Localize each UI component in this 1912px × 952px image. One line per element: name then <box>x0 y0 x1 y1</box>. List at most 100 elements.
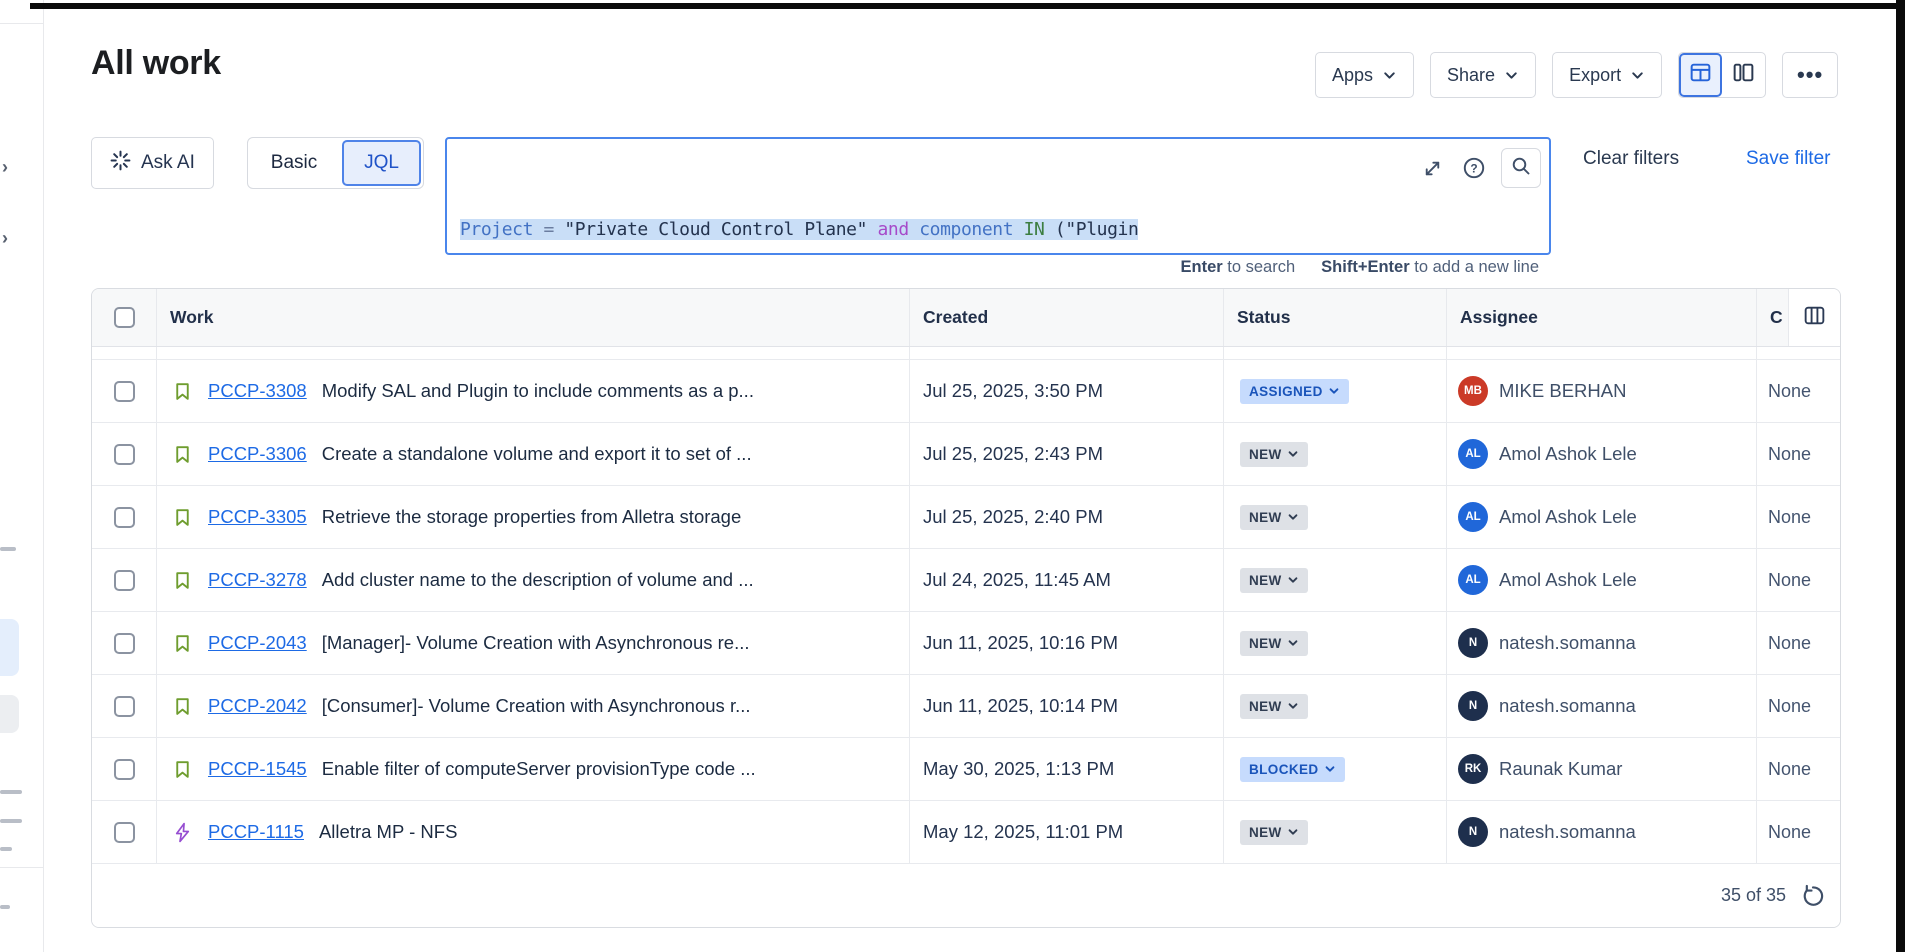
created-cell: Jun 11, 2025, 10:14 PM <box>910 675 1224 737</box>
sidebar-divider <box>0 23 44 24</box>
created-cell: Jul 25, 2025, 2:43 PM <box>910 423 1224 485</box>
row-checkbox[interactable] <box>114 570 135 591</box>
column-header-work[interactable]: Work <box>157 289 910 346</box>
status-badge[interactable]: NEW <box>1240 442 1308 467</box>
svg-text:?: ? <box>1470 161 1477 175</box>
sidebar-item-fragment[interactable] <box>0 847 12 851</box>
columns-icon <box>1802 303 1827 333</box>
status-badge[interactable]: NEW <box>1240 505 1308 530</box>
status-badge[interactable]: NEW <box>1240 568 1308 593</box>
sidebar-item-fragment[interactable] <box>0 905 10 909</box>
issue-key-link[interactable]: PCCP-3308 <box>208 380 307 402</box>
row-checkbox[interactable] <box>114 759 135 780</box>
row-checkbox[interactable] <box>114 507 135 528</box>
story-icon <box>172 696 193 717</box>
table-row[interactable]: PCCP-3308 Modify SAL and Plugin to inclu… <box>92 360 1840 423</box>
issue-key-link[interactable]: PCCP-3306 <box>208 443 307 465</box>
issue-summary: [Manager]- Volume Creation with Asynchro… <box>322 632 750 654</box>
ellipsis-icon: ••• <box>1797 62 1823 88</box>
column-header-created[interactable]: Created <box>910 289 1224 346</box>
jql-input[interactable]: Project = "Private Cloud Control Plane" … <box>460 145 1419 249</box>
help-icon[interactable]: ? <box>1459 153 1489 183</box>
chevron-right-icon[interactable]: › <box>2 157 8 178</box>
table-row[interactable]: PCCP-1545 Enable filter of computeServer… <box>92 738 1840 801</box>
row-checkbox[interactable] <box>114 696 135 717</box>
assignee-avatar: N <box>1458 628 1488 658</box>
save-filter-button[interactable]: Save filter <box>1746 148 1830 170</box>
clear-filters-button[interactable]: Clear filters <box>1583 148 1679 170</box>
sidebar-item-fragment[interactable] <box>0 819 22 823</box>
issue-summary: Alletra MP - NFS <box>319 821 457 843</box>
created-cell: May 12, 2025, 11:01 PM <box>910 801 1224 863</box>
assignee-avatar: RK <box>1458 754 1488 784</box>
table-row[interactable]: PCCP-2042 [Consumer]- Volume Creation wi… <box>92 675 1840 738</box>
more-actions-button[interactable]: ••• <box>1782 52 1838 98</box>
partial-row <box>92 347 1840 360</box>
assignee-avatar: AL <box>1458 502 1488 532</box>
issue-summary: Modify SAL and Plugin to include comment… <box>322 380 754 402</box>
row-checkbox[interactable] <box>114 444 135 465</box>
table-row[interactable]: PCCP-1115 Alletra MP - NFS May 12, 2025,… <box>92 801 1840 864</box>
assignee-name: MIKE BERHAN <box>1499 380 1626 402</box>
list-view-button[interactable] <box>1679 53 1722 97</box>
chevron-down-icon <box>1287 826 1299 838</box>
assignee-name: natesh.somanna <box>1499 695 1636 717</box>
column-header-status[interactable]: Status <box>1224 289 1447 346</box>
chevron-down-icon <box>1287 700 1299 712</box>
row-checkbox[interactable] <box>114 822 135 843</box>
status-badge[interactable]: NEW <box>1240 631 1308 656</box>
export-button[interactable]: Export <box>1552 52 1662 98</box>
category-cell: None <box>1757 549 1840 611</box>
sidebar-selected-item[interactable] <box>0 619 19 676</box>
status-badge[interactable]: BLOCKED <box>1240 757 1345 782</box>
status-badge[interactable]: NEW <box>1240 820 1308 845</box>
table-row[interactable]: PCCP-3305 Retrieve the storage propertie… <box>92 486 1840 549</box>
created-cell: Jun 11, 2025, 10:16 PM <box>910 612 1224 674</box>
chevron-down-icon <box>1287 574 1299 586</box>
issue-summary: Retrieve the storage properties from All… <box>322 506 742 528</box>
status-badge[interactable]: ASSIGNED <box>1240 379 1349 404</box>
detail-view-button[interactable] <box>1722 53 1765 97</box>
chevron-right-icon[interactable]: › <box>2 228 8 249</box>
assignee-avatar: AL <box>1458 565 1488 595</box>
issue-key-link[interactable]: PCCP-2042 <box>208 695 307 717</box>
mode-jql-button[interactable]: JQL <box>342 140 421 186</box>
capture-border-top <box>30 3 1904 9</box>
row-count: 35 of 35 <box>1721 885 1786 906</box>
issue-key-link[interactable]: PCCP-1115 <box>208 821 304 843</box>
category-cell: None <box>1757 360 1840 422</box>
ask-ai-button[interactable]: Ask AI <box>91 137 214 189</box>
category-cell: None <box>1757 675 1840 737</box>
issue-key-link[interactable]: PCCP-1545 <box>208 758 307 780</box>
search-icon <box>1510 155 1532 182</box>
status-badge[interactable]: NEW <box>1240 694 1308 719</box>
column-header-assignee[interactable]: Assignee <box>1447 289 1757 346</box>
chevron-down-icon <box>1324 763 1336 775</box>
issue-key-link[interactable]: PCCP-2043 <box>208 632 307 654</box>
table-row[interactable]: PCCP-3278 Add cluster name to the descri… <box>92 549 1840 612</box>
sidebar-item-fragment[interactable] <box>0 547 16 551</box>
issue-key-link[interactable]: PCCP-3278 <box>208 569 307 591</box>
chevron-down-icon <box>1328 385 1340 397</box>
issue-summary: Enable filter of computeServer provision… <box>322 758 756 780</box>
category-cell: None <box>1757 612 1840 674</box>
share-button[interactable]: Share <box>1430 52 1536 98</box>
table-view-icon <box>1688 60 1713 90</box>
assignee-avatar: N <box>1458 691 1488 721</box>
row-checkbox[interactable] <box>114 381 135 402</box>
apps-button[interactable]: Apps <box>1315 52 1414 98</box>
row-checkbox[interactable] <box>114 633 135 654</box>
expand-icon[interactable] <box>1417 153 1447 183</box>
sidebar-hover-item[interactable] <box>0 695 19 733</box>
configure-columns-button[interactable] <box>1788 289 1840 346</box>
table-row[interactable]: PCCP-2043 [Manager]- Volume Creation wit… <box>92 612 1840 675</box>
category-cell: None <box>1757 738 1840 800</box>
sidebar-item-fragment[interactable] <box>0 790 22 794</box>
issue-key-link[interactable]: PCCP-3305 <box>208 506 307 528</box>
search-button[interactable] <box>1501 148 1541 188</box>
select-all-checkbox[interactable] <box>114 307 135 328</box>
chevron-down-icon <box>1504 68 1519 83</box>
refresh-icon[interactable] <box>1800 883 1826 909</box>
mode-basic-button[interactable]: Basic <box>248 138 340 188</box>
table-row[interactable]: PCCP-3306 Create a standalone volume and… <box>92 423 1840 486</box>
